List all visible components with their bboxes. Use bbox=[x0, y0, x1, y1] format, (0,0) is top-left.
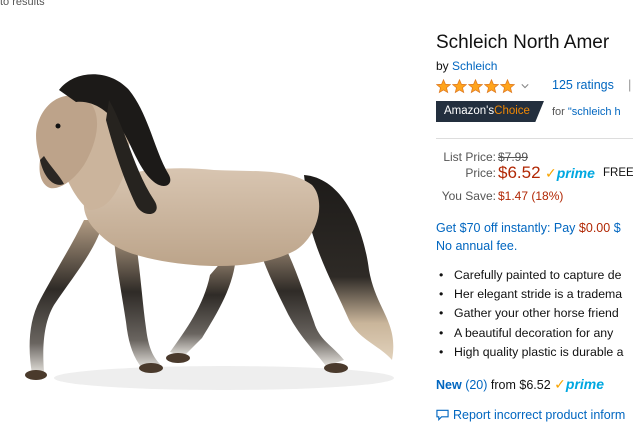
amazons-choice: Amazon'sChoice for "schleich h bbox=[436, 101, 621, 122]
promo-amount: $0.00 bbox=[578, 221, 611, 235]
choice-query-link[interactable]: "schleich h bbox=[568, 106, 621, 118]
prime-badge: ✓prime bbox=[545, 165, 595, 182]
promo-tail: $ bbox=[613, 221, 621, 235]
prime-check-icon: ✓ bbox=[554, 376, 566, 392]
feature-bullets: Carefully painted to capture de Her eleg… bbox=[436, 266, 624, 362]
prime-check-icon: ✓ bbox=[545, 165, 557, 181]
star-icon bbox=[500, 78, 515, 93]
feature-bullet: Her elegant stride is a tradema bbox=[436, 285, 624, 304]
chevron-down-icon[interactable] bbox=[521, 82, 529, 90]
promo-line-1: Get $70 off instantly: Pay $0.00 $ bbox=[436, 219, 621, 237]
star-icon bbox=[436, 78, 451, 93]
choice-label-accent: Choice bbox=[494, 105, 530, 117]
byline-prefix: by bbox=[436, 59, 449, 73]
speech-bubble-icon bbox=[436, 409, 449, 421]
feature-bullet: Gather your other horse friend bbox=[436, 304, 624, 323]
promo-line-2: No annual fee. bbox=[436, 239, 518, 253]
star-icon bbox=[468, 78, 483, 93]
prime-label: prime bbox=[565, 376, 605, 392]
feature-bullet: High quality plastic is durable a bbox=[436, 343, 624, 362]
choice-label-main: Amazon's bbox=[444, 105, 495, 117]
list-price-value: $7.99 bbox=[498, 150, 529, 164]
card-promo[interactable]: Get $70 off instantly: Pay $0.00 $ No an… bbox=[436, 219, 621, 255]
horse-figurine-image[interactable] bbox=[14, 60, 409, 405]
choice-for-text: for "schleich h bbox=[552, 106, 621, 118]
stars bbox=[436, 78, 515, 94]
separator: | bbox=[628, 77, 632, 92]
product-info-panel: Schleich North Amer by Schleich 125 rati… bbox=[436, 0, 633, 433]
list-price-label: List Price: bbox=[443, 150, 496, 164]
star-icon bbox=[484, 78, 499, 93]
offers-count: (20) bbox=[465, 378, 488, 392]
savings-value: $1.47 (18%) bbox=[498, 189, 564, 203]
report-label: Report incorrect product inform bbox=[453, 408, 626, 422]
new-offers-link[interactable]: New (20) from $6.52 ✓prime bbox=[436, 376, 604, 393]
savings-label: You Save: bbox=[441, 189, 496, 203]
choice-for-label: for bbox=[551, 105, 565, 118]
offers-from: from $6.52 bbox=[490, 378, 551, 392]
amazons-choice-badge: Amazon'sChoice bbox=[436, 101, 544, 122]
ratings-count-link[interactable]: 125 ratings bbox=[552, 78, 614, 92]
feature-bullet: Carefully painted to capture de bbox=[436, 266, 624, 285]
feature-bullet: A beautiful decoration for any bbox=[436, 324, 624, 343]
back-to-results-link[interactable]: to results bbox=[0, 0, 45, 8]
star-rating[interactable] bbox=[436, 78, 529, 94]
brand-link[interactable]: Schleich bbox=[452, 59, 497, 73]
price-value: $6.52 bbox=[498, 163, 541, 182]
divider bbox=[436, 138, 633, 139]
price-label: Price: bbox=[465, 166, 496, 180]
star-icon bbox=[452, 78, 467, 93]
prime-label: prime bbox=[556, 165, 595, 181]
byline: by Schleich bbox=[436, 59, 497, 73]
free-shipping-text: FREE bbox=[603, 167, 633, 179]
offers-condition: New bbox=[436, 378, 462, 392]
report-incorrect-info-link[interactable]: Report incorrect product inform bbox=[436, 408, 625, 422]
product-title: Schleich North Amer bbox=[436, 32, 610, 53]
promo-text: Get $70 off instantly: Pay bbox=[436, 221, 576, 235]
offers-prime-badge: ✓prime bbox=[554, 376, 604, 392]
